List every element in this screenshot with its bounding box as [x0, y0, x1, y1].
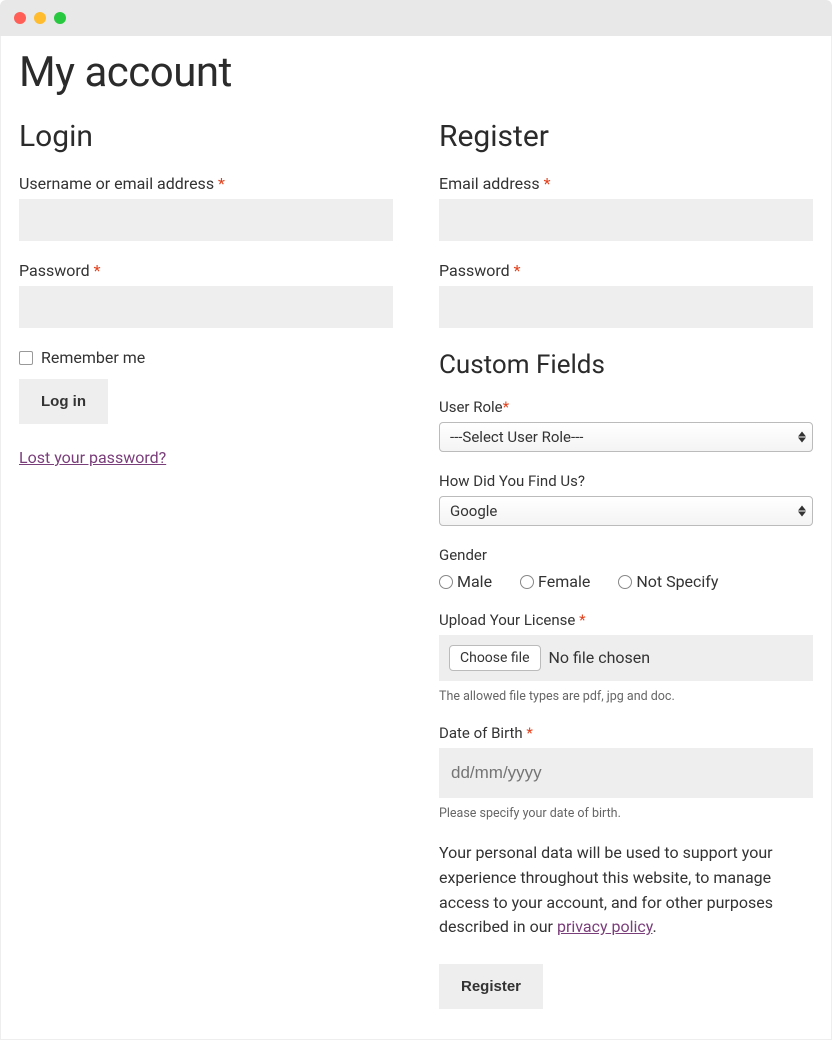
- close-icon[interactable]: [14, 12, 26, 24]
- dob-hint: Please specify your date of birth.: [439, 806, 813, 821]
- login-button[interactable]: Log in: [19, 379, 108, 424]
- user-role-selected: ---Select User Role---: [450, 428, 583, 446]
- gender-radio-notspecify[interactable]: Not Specify: [618, 572, 718, 591]
- gender-radio-female[interactable]: Female: [520, 572, 590, 591]
- gender-label: Gender: [439, 546, 813, 564]
- register-heading: Register: [439, 119, 813, 154]
- find-us-label: How Did You Find Us?: [439, 472, 813, 490]
- radio-icon: [520, 575, 534, 589]
- find-us-selected: Google: [450, 502, 497, 520]
- chevron-updown-icon: [798, 506, 806, 517]
- register-email-input[interactable]: [439, 199, 813, 241]
- remember-checkbox[interactable]: [19, 351, 33, 365]
- user-role-label: User Role*: [439, 398, 813, 416]
- login-heading: Login: [19, 119, 393, 154]
- chevron-updown-icon: [798, 432, 806, 443]
- minimize-icon[interactable]: [34, 12, 46, 24]
- register-email-field-wrap: Email address *: [439, 174, 813, 241]
- register-email-label: Email address *: [439, 174, 813, 193]
- page-body: My account Login Username or email addre…: [0, 36, 832, 1040]
- remember-me-row[interactable]: Remember me: [19, 348, 393, 367]
- register-password-field-wrap: Password *: [439, 261, 813, 328]
- username-field-wrap: Username or email address *: [19, 174, 393, 241]
- custom-fields-heading: Custom Fields: [439, 350, 813, 380]
- gender-radio-male[interactable]: Male: [439, 572, 492, 591]
- maximize-icon[interactable]: [54, 12, 66, 24]
- two-column-layout: Login Username or email address * Passwo…: [19, 119, 813, 1009]
- required-icon: *: [544, 174, 551, 193]
- upload-box: Choose file No file chosen: [439, 635, 813, 681]
- find-us-field-wrap: How Did You Find Us? Google: [439, 472, 813, 526]
- radio-icon: [618, 575, 632, 589]
- username-label: Username or email address *: [19, 174, 393, 193]
- remember-label: Remember me: [41, 348, 145, 367]
- required-icon: *: [579, 611, 585, 629]
- dob-input[interactable]: [439, 748, 813, 798]
- upload-hint: The allowed file types are pdf, jpg and …: [439, 689, 813, 704]
- login-section: Login Username or email address * Passwo…: [19, 119, 393, 1009]
- user-role-field-wrap: User Role* ---Select User Role---: [439, 398, 813, 452]
- required-icon: *: [503, 398, 509, 416]
- window-titlebar: [0, 0, 832, 36]
- privacy-text: Your personal data will be used to suppo…: [439, 841, 813, 940]
- dob-label: Date of Birth *: [439, 724, 813, 742]
- required-icon: *: [94, 261, 101, 280]
- radio-icon: [439, 575, 453, 589]
- register-password-label: Password *: [439, 261, 813, 280]
- find-us-select[interactable]: Google: [439, 496, 813, 526]
- register-password-input[interactable]: [439, 286, 813, 328]
- login-password-field-wrap: Password *: [19, 261, 393, 328]
- choose-file-button[interactable]: Choose file: [449, 645, 541, 671]
- user-role-select[interactable]: ---Select User Role---: [439, 422, 813, 452]
- upload-status: No file chosen: [548, 648, 650, 667]
- upload-label: Upload Your License *: [439, 611, 813, 629]
- dob-field-wrap: Date of Birth * Please specify your date…: [439, 724, 813, 821]
- privacy-policy-link[interactable]: privacy policy: [557, 917, 653, 936]
- login-password-input[interactable]: [19, 286, 393, 328]
- upload-field-wrap: Upload Your License * Choose file No fil…: [439, 611, 813, 704]
- register-button[interactable]: Register: [439, 964, 543, 1009]
- page-title: My account: [19, 48, 813, 97]
- required-icon: *: [218, 174, 225, 193]
- gender-field-wrap: Gender Male Female Not Specify: [439, 546, 813, 591]
- register-section: Register Email address * Password * Cust…: [439, 119, 813, 1009]
- username-input[interactable]: [19, 199, 393, 241]
- login-password-label: Password *: [19, 261, 393, 280]
- gender-radio-group: Male Female Not Specify: [439, 572, 813, 591]
- required-icon: *: [526, 724, 532, 742]
- required-icon: *: [514, 261, 521, 280]
- lost-password-link[interactable]: Lost your password?: [19, 448, 166, 467]
